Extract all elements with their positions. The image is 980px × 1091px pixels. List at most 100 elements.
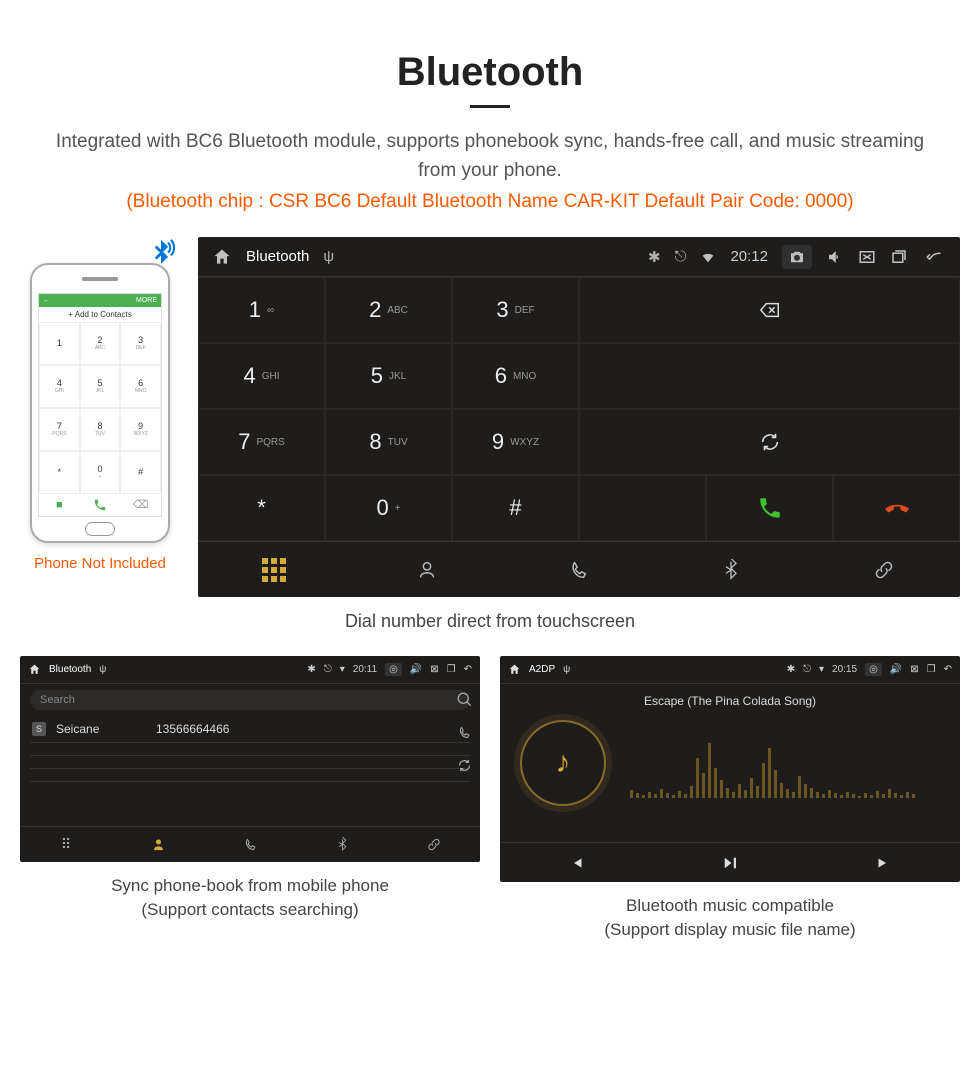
next-track-button[interactable]: [807, 843, 960, 882]
back-icon[interactable]: ↶: [464, 664, 472, 675]
sync-icon[interactable]: [457, 758, 472, 773]
music-device: A2DP ψ ✱ ⎋ ▾ 20:15 ◎ 🔊 ⊠ ❐ ↶ Escape (The…: [500, 656, 960, 882]
sync-button[interactable]: [579, 409, 960, 475]
bluetooth-signal-icon: [144, 237, 178, 271]
bluetooth-icon: ✱: [648, 248, 661, 266]
pair-tab[interactable]: [808, 542, 960, 597]
spec-line: (Bluetooth chip : CSR BC6 Default Blueto…: [0, 191, 980, 213]
keypad-tab[interactable]: [198, 542, 350, 597]
dialer-key[interactable]: #: [452, 475, 579, 541]
dialer-device: Bluetooth ψ ✱ ⎋ 20:12 1∞2ABC3DEF4GHI5JKL…: [198, 237, 960, 597]
dialer-key[interactable]: 1∞: [198, 277, 325, 343]
back-icon[interactable]: [922, 248, 946, 266]
home-icon[interactable]: [28, 663, 41, 676]
dialer-key[interactable]: 0+: [325, 475, 452, 541]
dialer-key[interactable]: 6MNO: [452, 343, 579, 409]
wifi-icon: [700, 249, 716, 265]
phone-key: 9WXYZ: [120, 408, 161, 451]
dialer-key[interactable]: 5JKL: [325, 343, 452, 409]
close-screen-icon[interactable]: [858, 248, 876, 266]
bluetooth-tab[interactable]: [296, 827, 388, 862]
bluetooth-tab[interactable]: [655, 542, 807, 597]
phone-key: 5JKL: [80, 365, 121, 408]
track-title: Escape (The Pina Colada Song): [500, 694, 960, 708]
title-underline: [470, 105, 510, 108]
back-icon[interactable]: ↶: [944, 664, 952, 675]
dialer-key[interactable]: *: [198, 475, 325, 541]
camera-icon[interactable]: ◎: [865, 663, 882, 676]
bluetooth-icon: ✱: [307, 664, 315, 675]
volume-icon[interactable]: 🔊: [890, 664, 902, 675]
phone-more-label: MORE: [136, 297, 157, 304]
status-time: 20:11: [353, 664, 377, 675]
phone-key: 3DEF: [120, 322, 161, 365]
recents-tab[interactable]: [204, 827, 296, 862]
play-pause-button[interactable]: [653, 843, 806, 882]
page-description: Integrated with BC6 Bluetooth module, su…: [0, 128, 980, 185]
volume-icon[interactable]: [826, 248, 844, 266]
phone-delete-icon: ⌫: [120, 494, 161, 516]
contact-number: 13566664466: [156, 722, 229, 736]
phone-key: 8TUV: [80, 408, 121, 451]
contacts-tab[interactable]: [112, 827, 204, 862]
phone-back-icon: ←: [43, 297, 50, 304]
dialer-key[interactable]: 8TUV: [325, 409, 452, 475]
home-icon[interactable]: [508, 663, 521, 676]
status-title: Bluetooth: [49, 664, 91, 675]
phone-caption: Phone Not Included: [20, 555, 180, 572]
phone-key: 7PQRS: [39, 408, 80, 451]
bluetooth-icon: ✱: [787, 664, 795, 675]
empty-cell: [579, 343, 960, 409]
status-time: 20:15: [832, 664, 857, 675]
close-screen-icon[interactable]: ⊠: [910, 664, 918, 675]
wifi-icon: ▾: [819, 664, 824, 675]
contacts-caption: Sync phone-book from mobile phone (Suppo…: [20, 874, 480, 922]
dialer-key[interactable]: 2ABC: [325, 277, 452, 343]
call-button[interactable]: [706, 475, 833, 541]
phone-call-icon: [80, 494, 121, 516]
phone-contacts-label: Add to Contacts: [75, 310, 132, 319]
contact-row[interactable]: S Seicane 13566664466: [30, 716, 470, 743]
phone-key: *: [39, 451, 80, 494]
location-icon: ⎋: [803, 664, 811, 675]
home-icon[interactable]: [212, 247, 232, 267]
page-title: Bluetooth: [0, 50, 980, 95]
location-icon: ⎋: [675, 248, 687, 265]
dialer-caption: Dial number direct from touchscreen: [0, 611, 980, 632]
phone-key: 1: [39, 322, 80, 365]
dialer-key[interactable]: 4GHI: [198, 343, 325, 409]
recent-apps-icon[interactable]: ❐: [447, 664, 456, 675]
status-time: 20:12: [730, 248, 768, 265]
end-call-button[interactable]: [833, 475, 960, 541]
status-title: Bluetooth: [246, 248, 309, 265]
location-icon: ⎋: [324, 664, 332, 675]
volume-icon[interactable]: 🔊: [410, 664, 422, 675]
recent-apps-icon[interactable]: ❐: [927, 664, 936, 675]
pair-tab[interactable]: [388, 827, 480, 862]
dialer-key[interactable]: 7PQRS: [198, 409, 325, 475]
phone-key: 4GHI: [39, 365, 80, 408]
search-input[interactable]: Search: [30, 690, 470, 710]
wifi-icon: ▾: [340, 664, 345, 675]
call-icon[interactable]: [457, 725, 472, 740]
phone-video-icon: ■: [39, 494, 80, 516]
usb-icon: ψ: [99, 664, 106, 675]
contact-badge: S: [32, 722, 46, 736]
camera-icon[interactable]: [782, 245, 812, 269]
phone-key: 0+: [80, 451, 121, 494]
dialer-key[interactable]: 9WXYZ: [452, 409, 579, 475]
usb-icon: ψ: [563, 664, 570, 675]
empty-cell: [579, 475, 706, 541]
search-icon[interactable]: [457, 692, 472, 707]
keypad-tab[interactable]: ⠿: [20, 827, 112, 862]
bottom-bar: [198, 541, 960, 597]
dialer-key[interactable]: 3DEF: [452, 277, 579, 343]
backspace-button[interactable]: [579, 277, 960, 343]
recent-apps-icon[interactable]: [890, 248, 908, 266]
prev-track-button[interactable]: [500, 843, 653, 882]
recents-tab[interactable]: [503, 542, 655, 597]
phone-key: 6MNO: [120, 365, 161, 408]
close-screen-icon[interactable]: ⊠: [430, 664, 438, 675]
contacts-tab[interactable]: [350, 542, 502, 597]
camera-icon[interactable]: ◎: [385, 663, 402, 676]
